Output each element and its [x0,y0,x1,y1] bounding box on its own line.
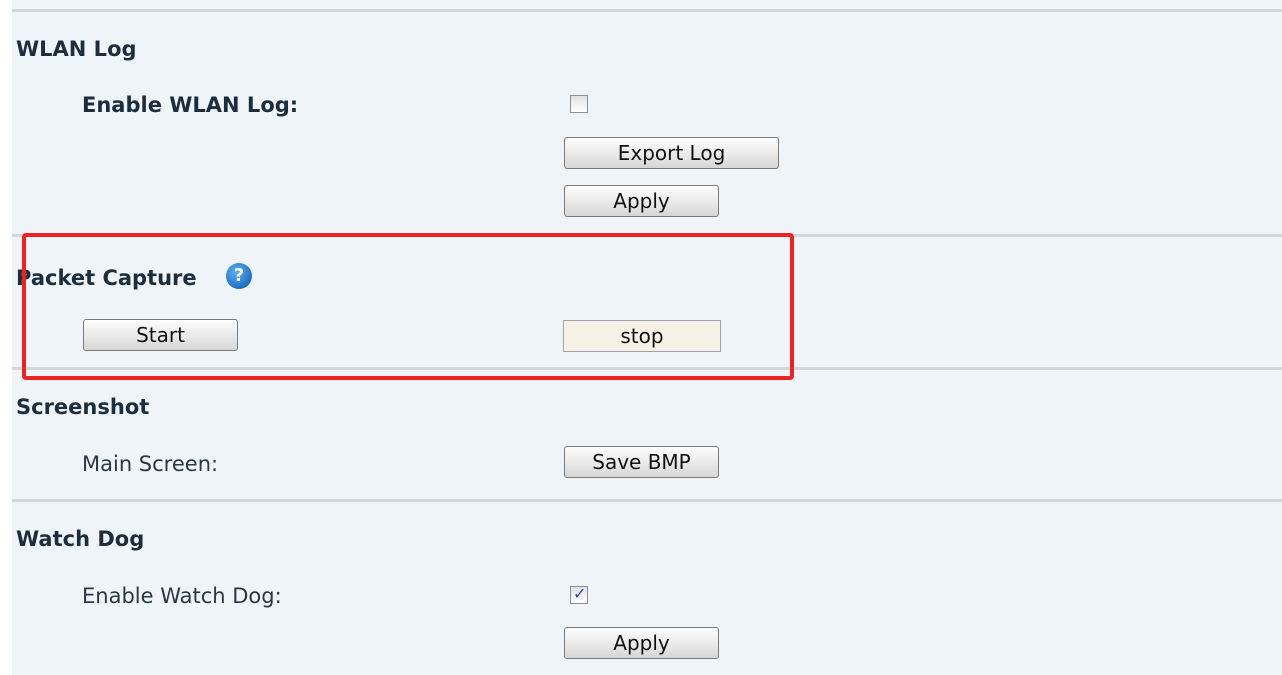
enable-watch-dog-label: Enable Watch Dog: [82,584,282,608]
main-screen-label: Main Screen: [82,452,219,476]
start-capture-button[interactable]: Start [83,319,238,351]
packet-capture-title: Packet Capture [16,266,197,290]
stop-capture-button[interactable]: stop [563,320,721,352]
watch-dog-title: Watch Dog [16,527,145,551]
section-divider [12,499,1282,502]
save-bmp-button[interactable]: Save BMP [564,446,719,478]
wlan-apply-button[interactable]: Apply [564,185,719,217]
wlan-log-title: WLAN Log [16,37,137,61]
section-divider [12,234,1282,237]
screenshot-title: Screenshot [16,395,150,419]
watch-dog-apply-button[interactable]: Apply [564,627,719,659]
help-question-icon[interactable]: ? [226,263,252,289]
export-log-button[interactable]: Export Log [564,137,779,169]
enable-watch-dog-checkbox[interactable]: ✓ [570,584,588,604]
section-divider [12,367,1282,370]
enable-wlan-log-label: Enable WLAN Log: [82,93,299,117]
section-divider [12,9,1282,12]
checkmark-icon: ✓ [573,584,587,603]
enable-wlan-log-checkbox[interactable] [570,95,588,113]
